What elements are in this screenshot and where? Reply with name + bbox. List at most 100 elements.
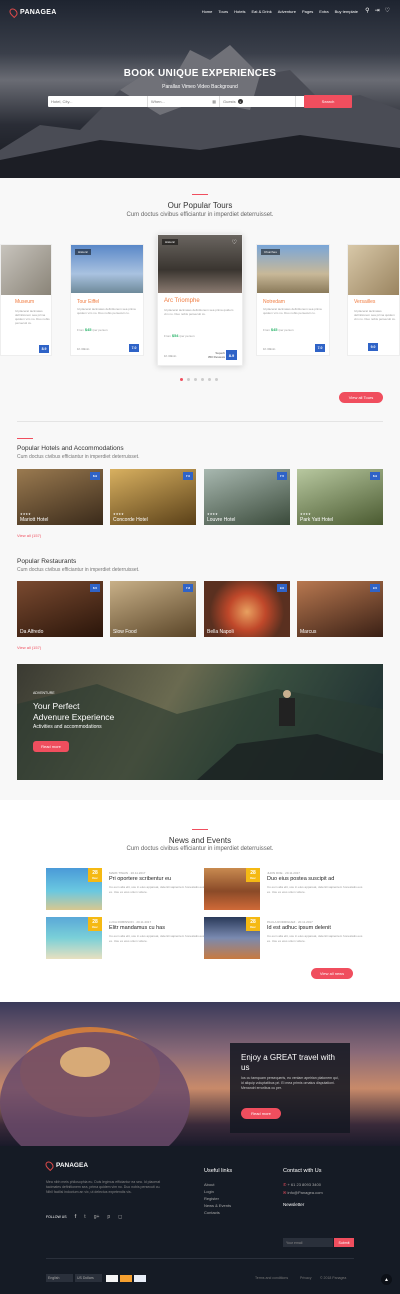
nav-item-eat-drink[interactable]: Eat & Drink — [251, 9, 271, 14]
price-suffix: /per person — [92, 328, 108, 332]
currency-select[interactable]: US Dollars — [75, 1274, 102, 1282]
news-excerpt: Cu eum alia elit, usu in eius appareat, … — [109, 885, 205, 894]
footer-link-news[interactable]: News & Events — [204, 1203, 231, 1208]
hotel-score: 7.5 — [277, 472, 287, 480]
section-divider — [192, 194, 208, 195]
email-address: info@Panagea.com — [287, 1190, 323, 1195]
footer-link-login[interactable]: Login — [204, 1189, 214, 1194]
hotel-card[interactable]: 7.5 ★★★★ Louvre Hotel — [204, 469, 290, 525]
user-icon[interactable]: ⚲ — [365, 7, 369, 14]
guests-select[interactable]: Guests 1 — [220, 96, 296, 107]
carousel-dot[interactable] — [208, 378, 211, 381]
pinterest-icon[interactable]: p — [107, 1214, 110, 1220]
contact-phone[interactable]: ✆ + 61 23 8093 3400 — [283, 1182, 321, 1187]
news-image[interactable]: 28 Dec — [46, 917, 102, 959]
nav-item-buy-template[interactable]: Buy template — [335, 9, 358, 14]
price-suffix: /per person — [179, 334, 195, 338]
news-image[interactable]: 28 Dec — [204, 917, 260, 959]
calendar-icon: ▦ — [212, 99, 216, 104]
news-title[interactable]: Id est adhuc ipsum delenit — [267, 925, 331, 931]
carousel-dot-active[interactable] — [180, 378, 183, 381]
carousel-dot[interactable] — [201, 378, 204, 381]
restaurant-card[interactable]: 9.5 Marcus — [297, 581, 383, 637]
price-label: From — [77, 328, 84, 332]
restaurant-card[interactable]: 8.5 Da Alfredo — [17, 581, 103, 637]
instagram-icon[interactable]: ◻ — [118, 1214, 122, 1220]
footer-link-privacy[interactable]: Privacy — [300, 1276, 311, 1280]
hero-section: PANAGEA Home Tours Hotels Eat & Drink Ad… — [0, 0, 400, 178]
language-select[interactable]: English — [46, 1274, 73, 1282]
nav-item-pages[interactable]: Pages — [302, 9, 313, 14]
hotel-stars: ★★★★ — [300, 512, 311, 516]
hotel-stars: ★★★★ — [207, 512, 218, 516]
nav-item-tours[interactable]: Tours — [218, 9, 228, 14]
date-input[interactable]: When... ▦ — [148, 96, 220, 107]
newsletter-submit-button[interactable]: Submit — [334, 1238, 354, 1247]
footer-link-about[interactable]: About — [204, 1182, 214, 1187]
footer-logo[interactable]: PANAGEA — [43, 1159, 88, 1172]
nav-item-extra[interactable]: Extra — [319, 9, 328, 14]
adventure-title-line2: Advenure Experience — [33, 712, 115, 722]
facebook-icon[interactable]: f — [75, 1214, 77, 1220]
news-month: Dec — [92, 925, 98, 929]
news-title[interactable]: Pri oportere scribentur eu — [109, 876, 171, 882]
news-title[interactable]: Duo eius postea suscipit ad — [267, 876, 334, 882]
wishlist-heart-icon[interactable]: ♡ — [232, 239, 237, 246]
newsletter-email-input[interactable]: Your email — [283, 1238, 333, 1247]
tour-score: 8.9 — [39, 345, 49, 353]
hotel-card[interactable]: 8.9 ★★★★ Park Yatt Hotel — [297, 469, 383, 525]
restaurants-subtitle: Cum doctus civibus efficiantur in imperd… — [17, 567, 140, 573]
nav-item-home[interactable]: Home — [202, 9, 213, 14]
nav-item-hotels[interactable]: Hotels — [234, 9, 245, 14]
nav-item-adventure[interactable]: Adventure — [278, 9, 296, 14]
news-date: 28 Dec — [246, 868, 260, 882]
view-all-tours-button[interactable]: View all Tours — [339, 392, 383, 403]
tour-card[interactable]: Museum Id placerat tacimates definitione… — [0, 244, 52, 356]
destination-input[interactable]: Hotel, City... — [48, 96, 148, 107]
back-to-top-button[interactable]: ▲ — [381, 1274, 392, 1285]
tour-image — [348, 245, 399, 295]
tour-card[interactable]: Historic Tour Eiffel Id placerat tacimat… — [70, 244, 144, 356]
news-image[interactable]: 28 Dec — [46, 868, 102, 910]
footer-link-terms[interactable]: Terms and conditions — [255, 1276, 288, 1280]
google-plus-icon[interactable]: g+ — [94, 1214, 100, 1220]
tour-name: Tour Eiffel — [77, 299, 100, 305]
hotel-card[interactable]: 8.9 ★★★★ Mariott Hotel — [17, 469, 103, 525]
adventure-tag: ADVENTURE — [33, 691, 55, 695]
tours-title: Our Popular Tours — [167, 201, 233, 210]
news-title[interactable]: Elitr mandamus cu has — [109, 925, 165, 931]
news-image[interactable]: 28 Dec — [204, 868, 260, 910]
tour-tag: Historic — [75, 249, 92, 255]
restaurant-card[interactable]: 7.8 Slow Food — [110, 581, 196, 637]
twitter-icon[interactable]: t — [84, 1214, 85, 1220]
news-month: Dec — [250, 925, 256, 929]
search-button[interactable]: Search — [304, 95, 352, 108]
tour-card-featured[interactable]: Historic ♡ Arc Triomphe Id placerat taci… — [157, 234, 243, 366]
carousel-dot[interactable] — [215, 378, 218, 381]
divider — [17, 421, 383, 422]
hero-subtitle: Parallax Vimeo Video Background — [162, 84, 238, 90]
view-all-restaurants-link[interactable]: View all (157) — [17, 645, 41, 650]
tour-desc: Id placerat tacimates definitionem sea p… — [263, 307, 322, 315]
restaurant-score: 7.8 — [183, 584, 193, 592]
view-all-hotels-link[interactable]: View all (157) — [17, 533, 41, 538]
brand-logo[interactable]: PANAGEA — [7, 6, 57, 18]
hotel-card[interactable]: 7.0 ★★★★ Concorde Hotel — [110, 469, 196, 525]
tour-card[interactable]: Churches Notredam Id placerat tacimates … — [256, 244, 330, 356]
login-icon[interactable]: ⇥ — [375, 7, 380, 14]
restaurant-card[interactable]: 9.0 Bella Napoli — [204, 581, 290, 637]
phone-icon: ✆ — [283, 1182, 287, 1187]
adventure-read-more-button[interactable]: Read more — [33, 741, 69, 752]
view-all-news-button[interactable]: View all news — [311, 968, 353, 979]
footer-link-contacts[interactable]: Contacts — [204, 1210, 220, 1215]
heart-icon[interactable]: ♡ — [385, 7, 390, 14]
contact-email[interactable]: ✉ info@Panagea.com — [283, 1190, 323, 1195]
carousel-dot[interactable] — [187, 378, 190, 381]
promo-read-more-button[interactable]: Read more — [241, 1108, 281, 1119]
news-excerpt: Cu eum alia elit, usu in eius appareat, … — [267, 885, 363, 894]
news-date: 28 Dec — [88, 917, 102, 931]
carousel-dot[interactable] — [194, 378, 197, 381]
tour-card[interactable]: Versailles Id placerat tacimates definit… — [347, 244, 400, 356]
footer-link-register[interactable]: Register — [204, 1196, 219, 1201]
hotel-name: Park Yatt Hotel — [300, 517, 334, 523]
